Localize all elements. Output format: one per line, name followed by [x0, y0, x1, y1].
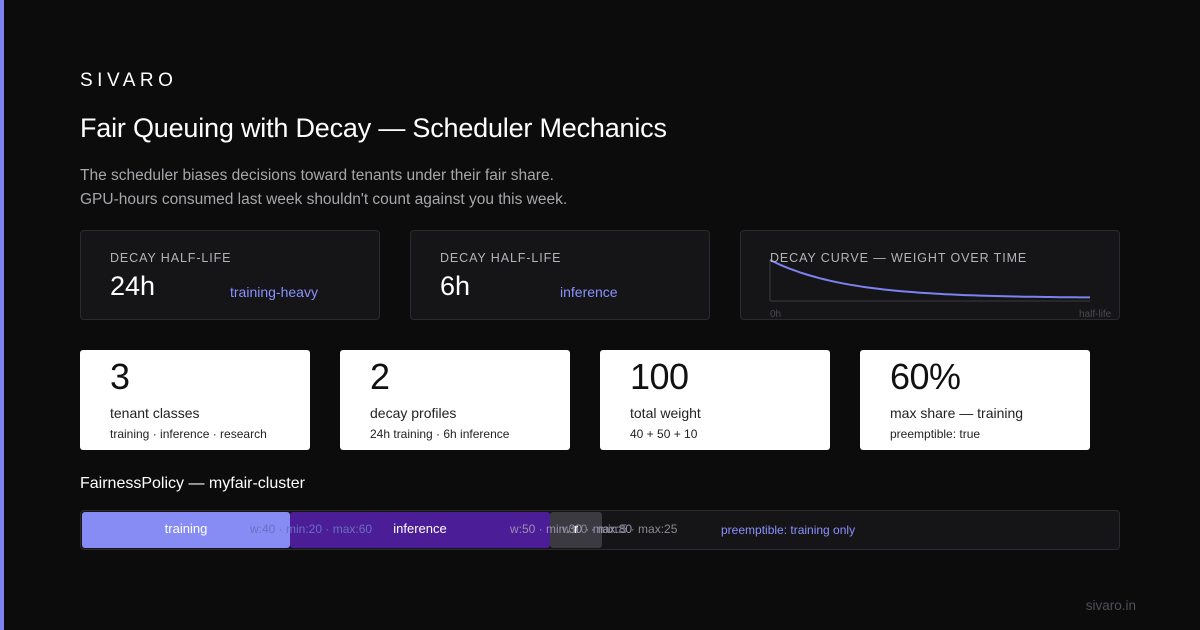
stat-card-decay-profiles: 2 decay profiles 24h training · 6h infer… [340, 350, 570, 450]
stat-value: 3 [110, 356, 130, 397]
decay-card-label: DECAY HALF-LIFE [110, 251, 232, 265]
stat-caption: max share — training [890, 405, 1024, 421]
stat-value: 100 [630, 356, 689, 397]
page-title: Fair Queuing with Decay — Scheduler Mech… [80, 113, 667, 143]
stat-card-total-weight: 100 total weight 40 + 50 + 10 [600, 350, 830, 450]
decay-card-tag: inference [560, 284, 618, 300]
decay-card-tag: training-heavy [230, 284, 318, 300]
policy-title: FairnessPolicy — myfair-cluster [80, 475, 305, 492]
stat-value: 2 [370, 356, 390, 397]
stat-caption: total weight [630, 405, 701, 421]
curve-x-start-label: 0h [770, 309, 782, 320]
decay-curve-line [769, 259, 1090, 299]
segment-research-label: r [573, 521, 579, 536]
stat-detail: 24h training · 6h inference [370, 427, 510, 441]
subtitle: The scheduler biases decisions toward te… [80, 164, 567, 212]
decay-curve-chart [769, 259, 1090, 302]
footer-url: sivaro.in [1085, 598, 1136, 613]
stat-detail: training · inference · research [110, 427, 267, 441]
decay-card-value: 24h [110, 271, 156, 301]
accent-bar [0, 0, 4, 630]
stat-caption: decay profiles [370, 405, 457, 421]
decay-card-inference: DECAY HALF-LIFE 6h inference [410, 230, 710, 320]
subtitle-line-1: The scheduler biases decisions toward te… [80, 167, 554, 184]
stat-value: 60% [890, 356, 961, 397]
decay-card-value: 6h [440, 271, 471, 301]
preemptible-note: preemptible: training only [721, 523, 856, 537]
decay-card-label: DECAY HALF-LIFE [440, 251, 562, 265]
stat-detail: preemptible: true [890, 427, 981, 441]
stat-detail: 40 + 50 + 10 [630, 427, 698, 441]
decay-curve-card: DECAY CURVE — WEIGHT OVER TIME 0h half-l… [740, 230, 1120, 320]
decay-card-training: DECAY HALF-LIFE 24h training-heavy [80, 230, 380, 320]
curve-x-end-label: half-life [1079, 309, 1112, 320]
segment-inference-label: inference [393, 521, 447, 536]
stat-caption: tenant classes [110, 405, 200, 421]
stat-card-tenant-classes: 3 tenant classes training · inference · … [80, 350, 310, 450]
policy-weight-bar: w:40 · min:20 · max:60 w:50 · min:30 · m… [80, 510, 1120, 550]
stat-card-max-share: 60% max share — training preemptible: tr… [860, 350, 1090, 450]
subtitle-line-2: GPU-hours consumed last week shouldn't c… [80, 191, 568, 208]
decay-curve-label: DECAY CURVE — WEIGHT OVER TIME [770, 251, 1028, 265]
brand-logo: SIVARO [80, 70, 178, 91]
segment-training-label: training [164, 521, 208, 536]
